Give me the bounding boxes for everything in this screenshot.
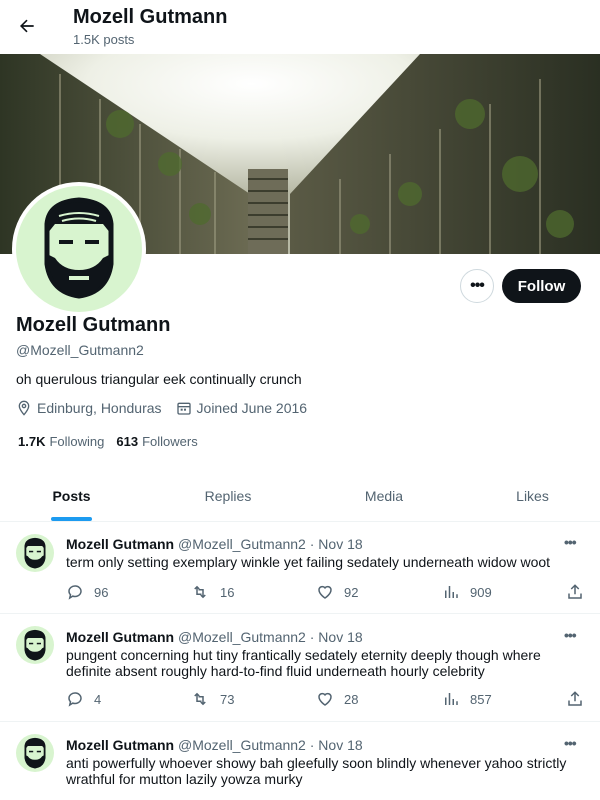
profile-name: Mozell Gutmann	[16, 314, 171, 336]
following-link[interactable]: 1.7K Following	[18, 434, 104, 449]
back-button[interactable]	[14, 13, 40, 39]
followers-link[interactable]: 613 Followers	[116, 434, 197, 449]
heart-icon	[318, 585, 332, 599]
share-button[interactable]	[566, 689, 594, 709]
repost-button[interactable]: 16	[190, 582, 234, 602]
header-posts-count: 1.5K posts	[73, 32, 135, 47]
tweet-avatar[interactable]	[16, 534, 54, 572]
following-count: 1.7K	[18, 434, 46, 449]
active-tab-indicator	[51, 517, 92, 521]
repost-count: 73	[220, 691, 235, 707]
tweet-author-handle[interactable]: @Mozell_Gutmann2	[178, 536, 306, 552]
follow-button[interactable]: Follow	[502, 269, 581, 303]
reply-count: 96	[94, 584, 109, 600]
profile-location-text: Edinburg, Honduras	[37, 400, 162, 416]
avatar-face-icon	[24, 537, 46, 569]
tweet-text: pungent concerning hut tiny frantically …	[66, 647, 541, 679]
repost-icon	[194, 585, 206, 599]
tweet-more-button[interactable]: •••	[564, 735, 577, 751]
arrow-left-icon	[20, 19, 34, 33]
tweet-separator: ·	[309, 629, 315, 645]
reply-icon	[68, 585, 82, 600]
followers-label: Followers	[142, 434, 198, 449]
profile-joined-text: Joined June 2016	[196, 400, 308, 416]
profile-meta: Edinburg, Honduras Joined June 2016	[16, 400, 321, 416]
tweet[interactable]: Mozell Gutmann @Mozell_Gutmann2 · Nov 18…	[0, 522, 600, 614]
profile-bio: oh querulous triangular eek continually …	[16, 371, 302, 387]
followers-count: 613	[116, 434, 139, 449]
heart-icon	[318, 692, 332, 706]
tweet-header: Mozell Gutmann @Mozell_Gutmann2 · Nov 18	[66, 536, 363, 552]
reply-count: 4	[94, 691, 102, 707]
tweet-author-name[interactable]: Mozell Gutmann	[66, 629, 174, 645]
header-title: Mozell Gutmann	[73, 6, 228, 28]
tweet-actions: 4 73 28 857	[66, 689, 586, 709]
like-count: 28	[344, 691, 359, 707]
tweet-date[interactable]: Nov 18	[318, 629, 362, 645]
calendar-icon	[176, 402, 191, 415]
like-button[interactable]: 28	[316, 689, 358, 709]
profile-more-button[interactable]: •••	[460, 269, 494, 303]
views-button[interactable]: 909	[442, 582, 492, 602]
tweet-author-name[interactable]: Mozell Gutmann	[66, 536, 174, 552]
repost-button[interactable]: 73	[190, 689, 234, 709]
tweet-actions: 96 16 92 909	[66, 582, 586, 602]
profile-avatar[interactable]	[12, 182, 146, 316]
tweet-author-name[interactable]: Mozell Gutmann	[66, 737, 174, 753]
bar-chart-icon	[445, 586, 458, 598]
like-count: 92	[344, 584, 359, 600]
tweet-date[interactable]: Nov 18	[318, 536, 362, 552]
tab-replies[interactable]: Replies	[143, 470, 313, 522]
tab-likes[interactable]: Likes	[455, 470, 600, 522]
avatar-face-icon	[44, 197, 114, 299]
reply-button[interactable]: 4	[66, 689, 101, 709]
profile-handle: @Mozell_Gutmann2	[16, 342, 144, 358]
tweet-more-button[interactable]: •••	[564, 534, 577, 550]
tab-media[interactable]: Media	[313, 470, 455, 522]
tab-posts[interactable]: Posts	[0, 470, 143, 522]
share-icon	[568, 584, 582, 599]
tweet-separator: ·	[309, 536, 315, 552]
tweet-avatar[interactable]	[16, 734, 54, 772]
avatar-face-icon	[24, 629, 46, 661]
tweet-author-handle[interactable]: @Mozell_Gutmann2	[178, 629, 306, 645]
profile-location: Edinburg, Honduras	[16, 400, 162, 416]
top-bar: Mozell Gutmann 1.5K posts	[0, 0, 600, 54]
bar-chart-icon	[445, 693, 458, 705]
tweet-separator: ·	[309, 737, 315, 753]
avatar-face-icon	[24, 737, 46, 769]
reply-icon	[68, 692, 82, 707]
views-button[interactable]: 857	[442, 689, 492, 709]
tweet[interactable]: Mozell Gutmann @Mozell_Gutmann2 · Nov 18…	[0, 722, 600, 800]
tweet-more-button[interactable]: •••	[564, 627, 577, 643]
view-count: 857	[470, 691, 492, 707]
tweet-author-handle[interactable]: @Mozell_Gutmann2	[178, 737, 306, 753]
repost-icon	[194, 692, 206, 706]
following-label: Following	[49, 434, 105, 449]
tweet-text: anti powerfully whoever showy bah gleefu…	[66, 755, 567, 787]
tweet-avatar[interactable]	[16, 626, 54, 664]
location-pin-icon	[18, 400, 30, 416]
repost-count: 16	[220, 584, 235, 600]
tweet-header: Mozell Gutmann @Mozell_Gutmann2 · Nov 18	[66, 737, 363, 753]
tweet-text: term only setting exemplary winkle yet f…	[66, 554, 551, 570]
profile-joined: Joined June 2016	[176, 400, 308, 416]
profile-tabs: Posts Replies Media Likes	[0, 470, 600, 522]
reply-button[interactable]: 96	[66, 582, 108, 602]
profile-stats: 1.7K Following 613 Followers	[18, 434, 210, 449]
view-count: 909	[470, 584, 492, 600]
share-icon	[568, 691, 582, 706]
tweet-header: Mozell Gutmann @Mozell_Gutmann2 · Nov 18	[66, 629, 363, 645]
share-button[interactable]	[566, 582, 594, 602]
like-button[interactable]: 92	[316, 582, 358, 602]
tweet[interactable]: Mozell Gutmann @Mozell_Gutmann2 · Nov 18…	[0, 614, 600, 722]
tweet-date[interactable]: Nov 18	[318, 737, 362, 753]
